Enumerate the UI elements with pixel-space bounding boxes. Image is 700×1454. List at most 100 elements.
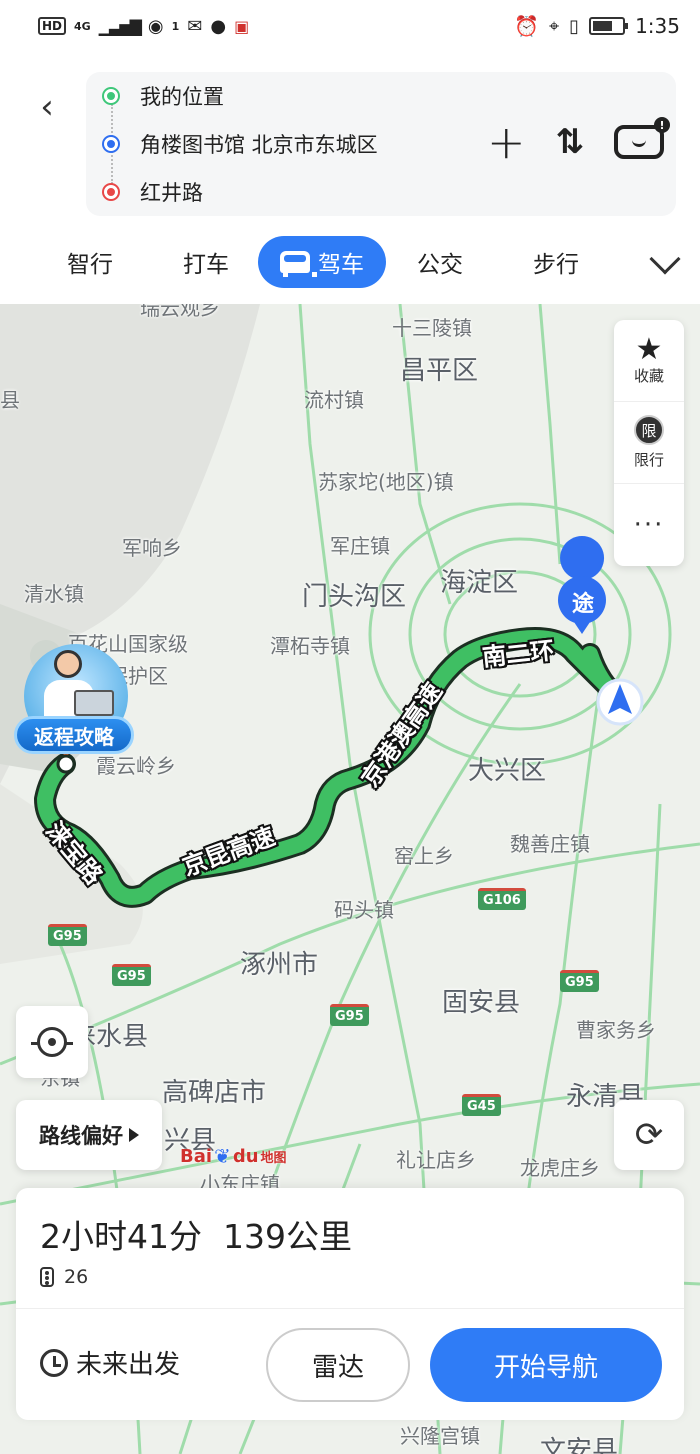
location-icon: ⌖	[549, 15, 560, 37]
traffic-light-icon	[40, 1267, 54, 1287]
battery-icon	[589, 17, 629, 35]
reader-app-icon: ▣	[234, 16, 250, 36]
status-left: HD 4G ▁▃▅▇ ◉ 1 ✉ ● ▣	[38, 16, 249, 37]
route-time-distance: 2小时41分 139公里	[40, 1210, 352, 1258]
restriction-icon: 限	[634, 415, 664, 445]
refresh-button[interactable]: ⟳	[614, 1100, 684, 1170]
route-inputs: 我的位置 角楼图书馆 北京市东城区 红井路 + ⇅ !	[86, 72, 676, 216]
future-departure-label: 未来出发	[76, 1350, 181, 1380]
place-label: 门头沟区	[302, 582, 407, 612]
chevron-down-icon[interactable]	[649, 243, 681, 275]
destination-dot-icon	[104, 185, 118, 199]
radar-label: 雷达	[311, 1352, 364, 1383]
restriction-label: 限行	[633, 451, 664, 469]
place-label: 龙虎庄乡	[520, 1156, 600, 1180]
road-shield: G95	[330, 1004, 369, 1026]
map-tools-panel: ★ 收藏 限 限行 ···	[614, 320, 684, 566]
tab-label: 驾车	[318, 252, 364, 278]
traffic-lights: 26	[40, 1266, 88, 1288]
place-label: 县	[0, 388, 20, 412]
tab-label: 步行	[533, 252, 579, 278]
tab-transit[interactable]: 公交	[390, 236, 490, 288]
chevron-left-icon: ‹	[40, 87, 54, 127]
radar-button[interactable]: 雷达	[266, 1328, 410, 1402]
favorite-button[interactable]: ★ 收藏	[614, 320, 684, 402]
more-button[interactable]: ···	[614, 484, 684, 566]
crosshair-icon	[31, 1027, 73, 1057]
baidu-map-logo: Bai ❦ du 地图	[180, 1144, 287, 1168]
distance: 139公里	[222, 1217, 352, 1256]
tab-smart[interactable]: 智行	[40, 236, 140, 288]
place-label: 军庄镇	[330, 534, 390, 558]
road-shield: G95	[560, 970, 599, 992]
place-label: 曹家务乡	[576, 1018, 656, 1042]
waypoint-label: 角楼图书馆 北京市东城区	[140, 133, 378, 157]
road-shield: G45	[462, 1094, 501, 1116]
place-label: 固安县	[442, 988, 521, 1018]
promo-label: 返程攻略	[14, 716, 134, 754]
place-label: 昌平区	[400, 356, 479, 386]
place-label: 军响乡	[122, 536, 182, 560]
divider	[16, 1308, 684, 1309]
logo-text: 地图	[260, 1150, 287, 1166]
place-label: 瑞云观乡	[140, 304, 220, 320]
tab-drive[interactable]: 驾车	[258, 236, 386, 288]
favorite-label: 收藏	[633, 367, 664, 385]
car-icon	[280, 251, 317, 277]
via-marker-label: 途	[571, 592, 594, 617]
swap-icon[interactable]: ⇅	[556, 122, 585, 162]
paw-icon: ❦	[214, 1144, 231, 1168]
place-label: 窑上乡	[394, 844, 454, 868]
add-waypoint-icon[interactable]: +	[487, 119, 526, 165]
route-preference-button[interactable]: 路线偏好	[16, 1100, 162, 1170]
wifi-icon: ◉	[147, 15, 164, 37]
car-settings-icon[interactable]: !	[614, 117, 670, 159]
mode-tabs: 智行 打车 驾车 公交 步行	[0, 236, 700, 288]
message-icon: ●	[210, 15, 227, 37]
place-label: 兴隆宫镇	[400, 1424, 480, 1448]
future-departure-button[interactable]: 未来出发	[40, 1344, 180, 1381]
origin-label: 我的位置	[140, 85, 224, 109]
via-marker[interactable]	[558, 536, 606, 634]
alarm-icon: ⏰	[514, 14, 540, 38]
tab-walk[interactable]: 步行	[506, 236, 606, 288]
destination-field[interactable]: 红井路	[86, 172, 203, 212]
waypoint-dot-icon	[104, 137, 118, 151]
route-summary-card[interactable]: 2小时41分 139公里 26 未来出发 雷达 开始导航	[16, 1188, 684, 1420]
place-label: 魏善庄镇	[510, 832, 590, 856]
tab-taxi[interactable]: 打车	[156, 236, 256, 288]
place-label: 码头镇	[334, 898, 394, 922]
place-label: 潭柘寺镇	[270, 634, 350, 658]
origin-dot-icon	[104, 89, 118, 103]
clock-icon	[40, 1348, 68, 1377]
road-shield: G95	[112, 964, 151, 986]
place-label: 高碑店市	[162, 1078, 267, 1108]
wechat-icon: ✉	[187, 15, 203, 37]
network-type: 4G	[74, 19, 91, 33]
place-label: 涿州市	[240, 950, 319, 980]
promo-person-icon	[54, 650, 82, 678]
road-shield: G95	[48, 924, 87, 946]
return-trip-promo[interactable]: 返程攻略	[14, 644, 134, 764]
more-icon: ···	[633, 510, 665, 540]
waypoint-field[interactable]: 角楼图书馆 北京市东城区	[86, 124, 378, 164]
vibrate-icon: ▯	[569, 15, 580, 37]
current-location-icon	[596, 678, 644, 726]
laptop-icon	[74, 690, 114, 716]
logo-text: du	[232, 1145, 259, 1167]
duration: 2小时41分	[40, 1217, 202, 1256]
start-navigation-label: 开始导航	[493, 1352, 598, 1383]
place-label: 文安县	[540, 1436, 619, 1454]
start-navigation-button[interactable]: 开始导航	[430, 1328, 662, 1402]
restriction-button[interactable]: 限 限行	[614, 402, 684, 484]
origin-field[interactable]: 我的位置	[86, 76, 224, 116]
locate-button[interactable]	[16, 1006, 88, 1078]
star-icon: ★	[635, 332, 663, 367]
place-label: 礼让店乡	[396, 1148, 476, 1172]
back-button[interactable]: ‹	[30, 87, 64, 127]
place-label: 十三陵镇	[392, 316, 472, 340]
refresh-icon: ⟳	[634, 1115, 664, 1155]
traffic-light-count: 26	[64, 1266, 89, 1288]
alert-badge-icon: !	[654, 117, 670, 133]
destination-label: 红井路	[140, 181, 203, 205]
